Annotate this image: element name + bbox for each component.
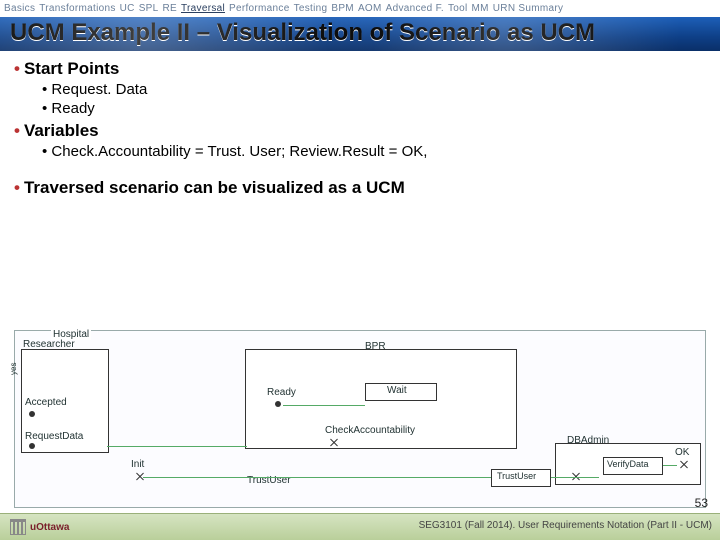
nav-item[interactable]: SPL <box>139 3 159 14</box>
bullet-traversed: •Traversed scenario can be visualized as… <box>14 178 706 198</box>
bullet-start-points: •Start Points <box>14 59 706 79</box>
page-number: 53 <box>695 496 708 510</box>
footer-course: SEG3101 (Fall 2014). User Requirements N… <box>419 520 712 531</box>
label-bpr: BPR <box>365 341 386 352</box>
nav-item[interactable]: AOM <box>358 3 382 14</box>
flow-line <box>107 446 247 447</box>
x-checkacc <box>329 437 339 447</box>
title-banner: UCM Example II – Visualization of Scenar… <box>0 17 720 51</box>
label-dbadmin: DBAdmin <box>567 435 609 446</box>
flow-line <box>551 477 599 478</box>
nav-item[interactable]: Advanced F. <box>386 3 444 14</box>
slide-body: •Start Points • Request. Data • Ready •V… <box>0 51 720 198</box>
bullet-ready: • Ready <box>42 100 706 117</box>
label-verify: VerifyData <box>607 459 649 469</box>
nav-item[interactable]: RE <box>163 3 178 14</box>
footer: uOttawa SEG3101 (Fall 2014). User Requir… <box>0 513 720 540</box>
flow-line <box>283 405 365 406</box>
bullet-requestdata: • Request. Data <box>42 81 706 98</box>
top-nav: Basics Transformations UC SPL RETraversal Per… <box>0 0 720 17</box>
nav-item[interactable]: MM <box>472 3 489 14</box>
label-trustuser: TrustUser <box>497 471 536 481</box>
x-ok <box>679 459 689 469</box>
x-trustuser <box>571 471 581 481</box>
ucm-diagram: Hospital Researcher yes Accepted Request… <box>14 330 706 508</box>
point-ready <box>275 401 281 407</box>
nav-item[interactable]: BPM <box>331 3 354 14</box>
nav-item[interactable]: URN Summary <box>493 3 564 14</box>
label-init: Init <box>131 459 144 470</box>
label-wait: Wait <box>387 385 407 396</box>
temple-icon <box>10 519 26 535</box>
nav-item[interactable]: Tool <box>448 3 468 14</box>
label-ok: OK <box>675 447 689 458</box>
nav-item[interactable]: Testing <box>294 3 328 14</box>
nav-item[interactable]: Performance <box>229 3 290 14</box>
label-accepted: Accepted <box>25 397 67 408</box>
label-checkacc: CheckAccountability <box>325 425 415 436</box>
nav-item[interactable]: UC <box>120 3 135 14</box>
bullet-variables: •Variables <box>14 121 706 141</box>
label-yes: yes <box>9 363 18 375</box>
uottawa-text: uOttawa <box>30 522 69 533</box>
nav-item[interactable]: Traversal <box>181 3 225 14</box>
flow-line <box>143 477 491 478</box>
uottawa-logo: uOttawa <box>10 519 69 535</box>
nav-item[interactable]: Transformations <box>39 3 115 14</box>
label-requestdata: RequestData <box>25 431 83 442</box>
label-researcher: Researcher <box>23 339 75 350</box>
nav-item[interactable]: Basics <box>4 3 35 14</box>
point-requestdata <box>29 443 35 449</box>
flow-line <box>663 465 677 466</box>
point-accepted <box>29 411 35 417</box>
bullet-var-expr: • Check.Accountability = Trust. User; Re… <box>42 143 706 160</box>
slide-title: UCM Example II – Visualization of Scenar… <box>0 19 720 47</box>
label-ready: Ready <box>267 387 296 398</box>
x-init <box>135 471 145 481</box>
